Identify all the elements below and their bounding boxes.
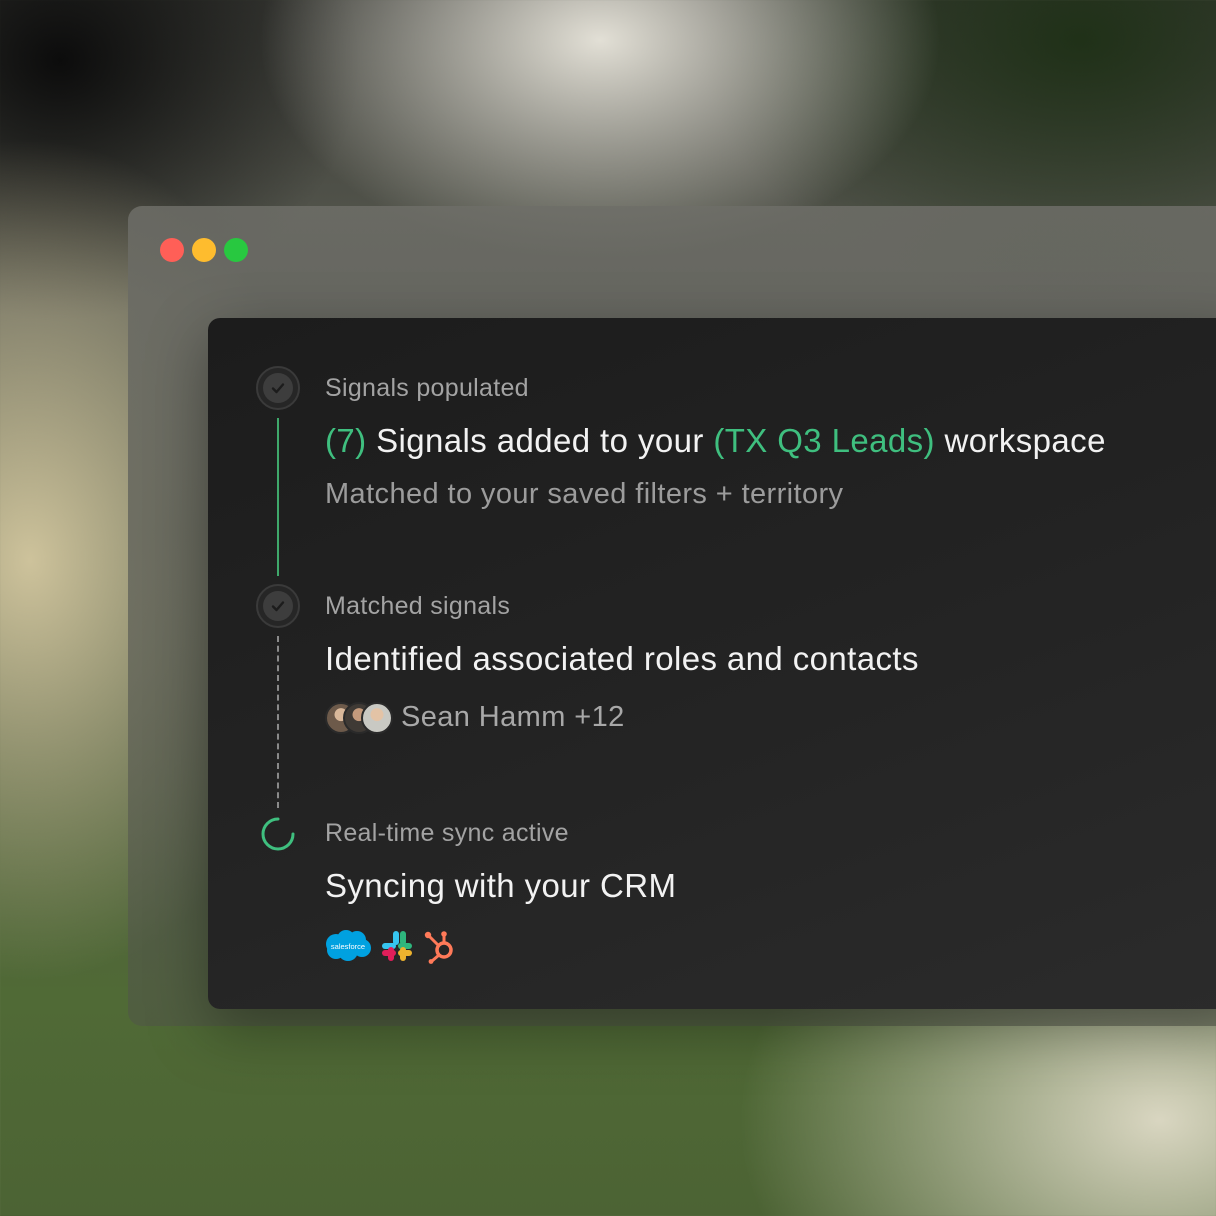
step-label: Signals populated	[325, 374, 529, 402]
step-label: Real-time sync active	[325, 819, 569, 847]
sync-spinner-icon	[260, 816, 296, 852]
step-complete-check-icon	[256, 366, 300, 410]
step-headline: Identified associated roles and contacts	[325, 640, 919, 677]
crm-integrations: salesforce	[324, 928, 458, 964]
step-headline: (7) Signals added to your (TX Q3 Leads) …	[325, 422, 1106, 460]
slack-icon[interactable]	[380, 929, 414, 963]
timeline-connector-solid	[277, 418, 279, 576]
maximize-window-button[interactable]	[224, 238, 248, 262]
salesforce-logo-text: salesforce	[331, 942, 365, 951]
step-label: Matched signals	[325, 592, 511, 620]
contacts-avatars[interactable]	[325, 702, 393, 734]
headline-text-end: workspace	[934, 422, 1106, 459]
hubspot-icon[interactable]	[422, 928, 458, 964]
activity-panel: Signals populated (7) Signals added to y…	[208, 318, 1216, 1009]
minimize-window-button[interactable]	[192, 238, 216, 262]
contacts-summary[interactable]: Sean Hamm +12	[401, 701, 625, 734]
window-controls	[160, 238, 248, 262]
step-complete-check-icon	[256, 584, 300, 628]
avatar	[361, 702, 393, 734]
headline-text: Signals added to your	[366, 422, 714, 459]
workspace-name[interactable]: (TX Q3 Leads)	[713, 422, 935, 459]
step-subtext: Matched to your saved filters + territor…	[325, 478, 844, 510]
signal-count: (7)	[325, 422, 367, 459]
timeline-connector-dashed	[277, 636, 279, 808]
step-headline: Syncing with your CRM	[325, 867, 677, 904]
salesforce-icon[interactable]: salesforce	[324, 928, 372, 964]
close-window-button[interactable]	[160, 238, 184, 262]
